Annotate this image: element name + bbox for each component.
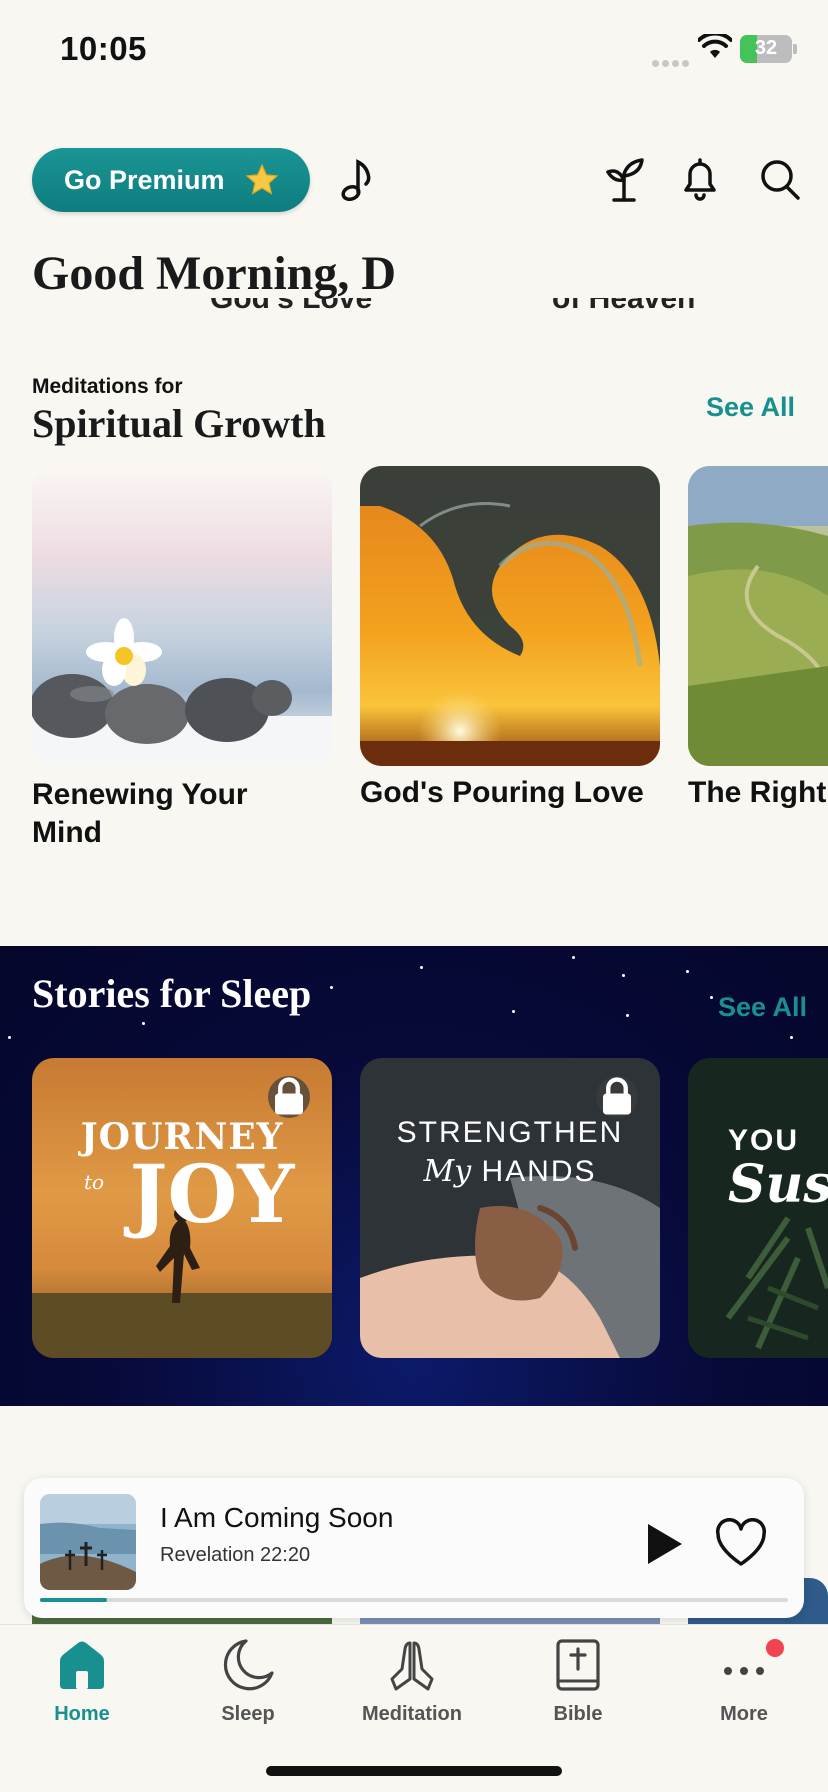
mini-player[interactable]: I Am Coming Soon Revelation 22:20: [24, 1478, 804, 1618]
greeting-title: Good Morning, D: [32, 247, 397, 300]
notification-badge: [766, 1639, 784, 1657]
bible-icon: [556, 1639, 600, 1691]
see-all-spiritual-link[interactable]: See All: [706, 392, 795, 423]
tab-label: Home: [54, 1703, 110, 1725]
card-art-title-line2: Sus: [728, 1154, 828, 1215]
player-title: I Am Coming Soon: [160, 1502, 394, 1533]
lock-icon: [268, 1076, 310, 1118]
play-icon[interactable]: [642, 1520, 686, 1568]
bell-icon[interactable]: [676, 154, 724, 204]
tab-label: Meditation: [362, 1703, 462, 1725]
sleep-story-card-journey-to-joy[interactable]: JOURNEY to JOY: [32, 1058, 332, 1358]
sprout-icon[interactable]: [600, 154, 648, 204]
music-note-icon[interactable]: [336, 154, 384, 204]
star-icon: [245, 163, 279, 195]
status-time: 10:05: [60, 30, 147, 67]
wifi-icon: [698, 34, 732, 58]
sleep-story-card-partial[interactable]: YOU Sus: [688, 1058, 828, 1358]
section-title: Stories for Sleep: [32, 971, 312, 1016]
player-progress-fill: [40, 1598, 108, 1602]
search-icon[interactable]: [756, 154, 804, 204]
scrolled-card-title: of Heaven: [552, 298, 696, 315]
cellular-signal-icon: [652, 54, 692, 67]
scrolled-card-title: God's Love: [210, 298, 373, 315]
home-indicator: [266, 1766, 562, 1776]
card-art-title-line1: YOU: [728, 1124, 800, 1157]
card-title: The Right: [688, 776, 827, 809]
meditation-card-renewing[interactable]: [32, 466, 332, 766]
card-art-title-line2: JOY: [129, 1147, 295, 1241]
card-title: Renewing Your Mind: [32, 778, 248, 849]
sleep-story-card-strengthen-my-hands[interactable]: STRENGTHEN My HANDS: [360, 1058, 660, 1358]
card-image-stones: [32, 466, 332, 766]
card-title: God's Pouring Love: [360, 776, 644, 809]
player-subtitle: Revelation 22:20: [160, 1544, 311, 1566]
stories-for-sleep-section: Stories for Sleep See All JOURNEY to JOY: [0, 946, 828, 1406]
tab-bible[interactable]: Bible: [508, 1635, 648, 1745]
lock-icon: [596, 1076, 638, 1118]
card-image-wave: [360, 466, 660, 766]
praying-hands-icon: [390, 1641, 434, 1691]
battery-level: 32: [754, 37, 778, 59]
section-title: Spiritual Growth: [32, 401, 326, 446]
go-premium-label: Go Premium: [64, 164, 225, 195]
meditation-card-pouring-love[interactable]: [360, 466, 660, 766]
tab-label: Bible: [553, 1703, 603, 1725]
heart-icon[interactable]: [714, 1518, 768, 1568]
tab-label: Sleep: [221, 1703, 275, 1725]
more-icon: [724, 1667, 764, 1675]
card-art-title-line2: My HANDS: [423, 1154, 597, 1189]
tab-more[interactable]: More: [674, 1635, 814, 1745]
battery-icon: 32: [740, 35, 792, 63]
section-kicker: Meditations for: [32, 375, 183, 398]
meditation-card-the-right[interactable]: [688, 466, 828, 766]
tab-meditation[interactable]: Meditation: [342, 1635, 482, 1745]
player-progress-track[interactable]: [40, 1598, 788, 1602]
go-premium-button[interactable]: Go Premium: [32, 148, 310, 212]
home-icon: [60, 1641, 104, 1689]
tab-home[interactable]: Home: [12, 1635, 152, 1745]
player-thumbnail: [40, 1494, 136, 1590]
status-bar: 10:05 32: [0, 0, 828, 100]
tab-sleep[interactable]: Sleep: [178, 1635, 318, 1745]
moon-icon: [223, 1639, 274, 1691]
see-all-sleep-link[interactable]: See All: [718, 992, 807, 1023]
card-art-title-line1: STRENGTHEN: [396, 1116, 624, 1149]
card-image-field: [688, 466, 828, 766]
battery-cap: [793, 44, 797, 54]
tab-label: More: [720, 1703, 768, 1725]
